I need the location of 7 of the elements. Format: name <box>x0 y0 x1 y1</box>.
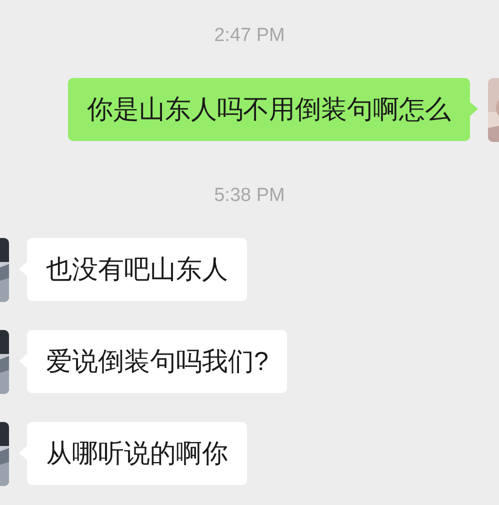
timestamp: 5:38 PM <box>214 185 285 206</box>
message-bubble: 爱说倒装句吗我们? <box>27 330 288 393</box>
message-bubble: 也没有吧山东人 <box>27 238 247 301</box>
message-bubble: 从哪听说的啊你 <box>27 422 247 485</box>
timestamp: 2:47 PM <box>214 25 285 46</box>
message-bubble: 你是山东人吗不用倒装句啊怎么 <box>68 78 470 141</box>
tail-icon <box>470 102 478 116</box>
